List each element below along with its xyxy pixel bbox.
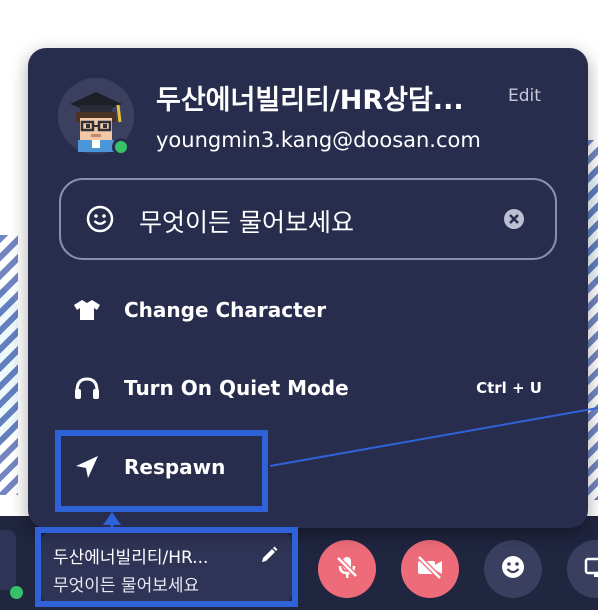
change-character-label: Change Character bbox=[124, 298, 327, 322]
microphone-toggle-button[interactable] bbox=[318, 540, 376, 598]
emoji-button[interactable] bbox=[484, 540, 542, 598]
clear-icon[interactable] bbox=[503, 208, 525, 234]
annotation-arrow-icon bbox=[103, 512, 121, 525]
profile-chip-highlight-box bbox=[35, 527, 298, 607]
quiet-mode-menu-item[interactable]: Turn On Quiet Mode Ctrl + U bbox=[72, 366, 542, 410]
monitor-icon bbox=[582, 553, 598, 585]
respawn-highlight-box bbox=[55, 430, 268, 512]
camera-toggle-button[interactable] bbox=[401, 540, 459, 598]
tshirt-icon bbox=[72, 296, 102, 324]
headphones-icon bbox=[72, 374, 102, 402]
edit-profile-link[interactable]: Edit bbox=[508, 86, 541, 106]
status-message-text: 무엇이든 물어보세요 bbox=[139, 208, 354, 237]
map-background-stripes bbox=[0, 235, 18, 495]
smile-icon[interactable] bbox=[85, 204, 115, 238]
page: 두산에너빌리티/HR... 무엇이든 물어보세요 두산에너빌리티/HR상담...… bbox=[0, 0, 598, 610]
left-toolbar-tab[interactable] bbox=[0, 530, 16, 590]
smile-icon bbox=[499, 553, 527, 585]
user-name: 두산에너빌리티/HR상담... bbox=[156, 85, 464, 116]
camera-off-icon bbox=[415, 553, 445, 585]
mic-off-icon bbox=[333, 553, 361, 585]
status-message-input[interactable]: 무엇이든 물어보세요 bbox=[59, 178, 557, 260]
quiet-mode-shortcut: Ctrl + U bbox=[476, 379, 542, 397]
user-email: youngmin3.kang@doosan.com bbox=[156, 128, 481, 152]
online-status-dot bbox=[112, 138, 130, 156]
quiet-mode-label: Turn On Quiet Mode bbox=[124, 376, 349, 400]
online-status-dot bbox=[10, 586, 23, 599]
change-character-menu-item[interactable]: Change Character bbox=[72, 288, 542, 332]
